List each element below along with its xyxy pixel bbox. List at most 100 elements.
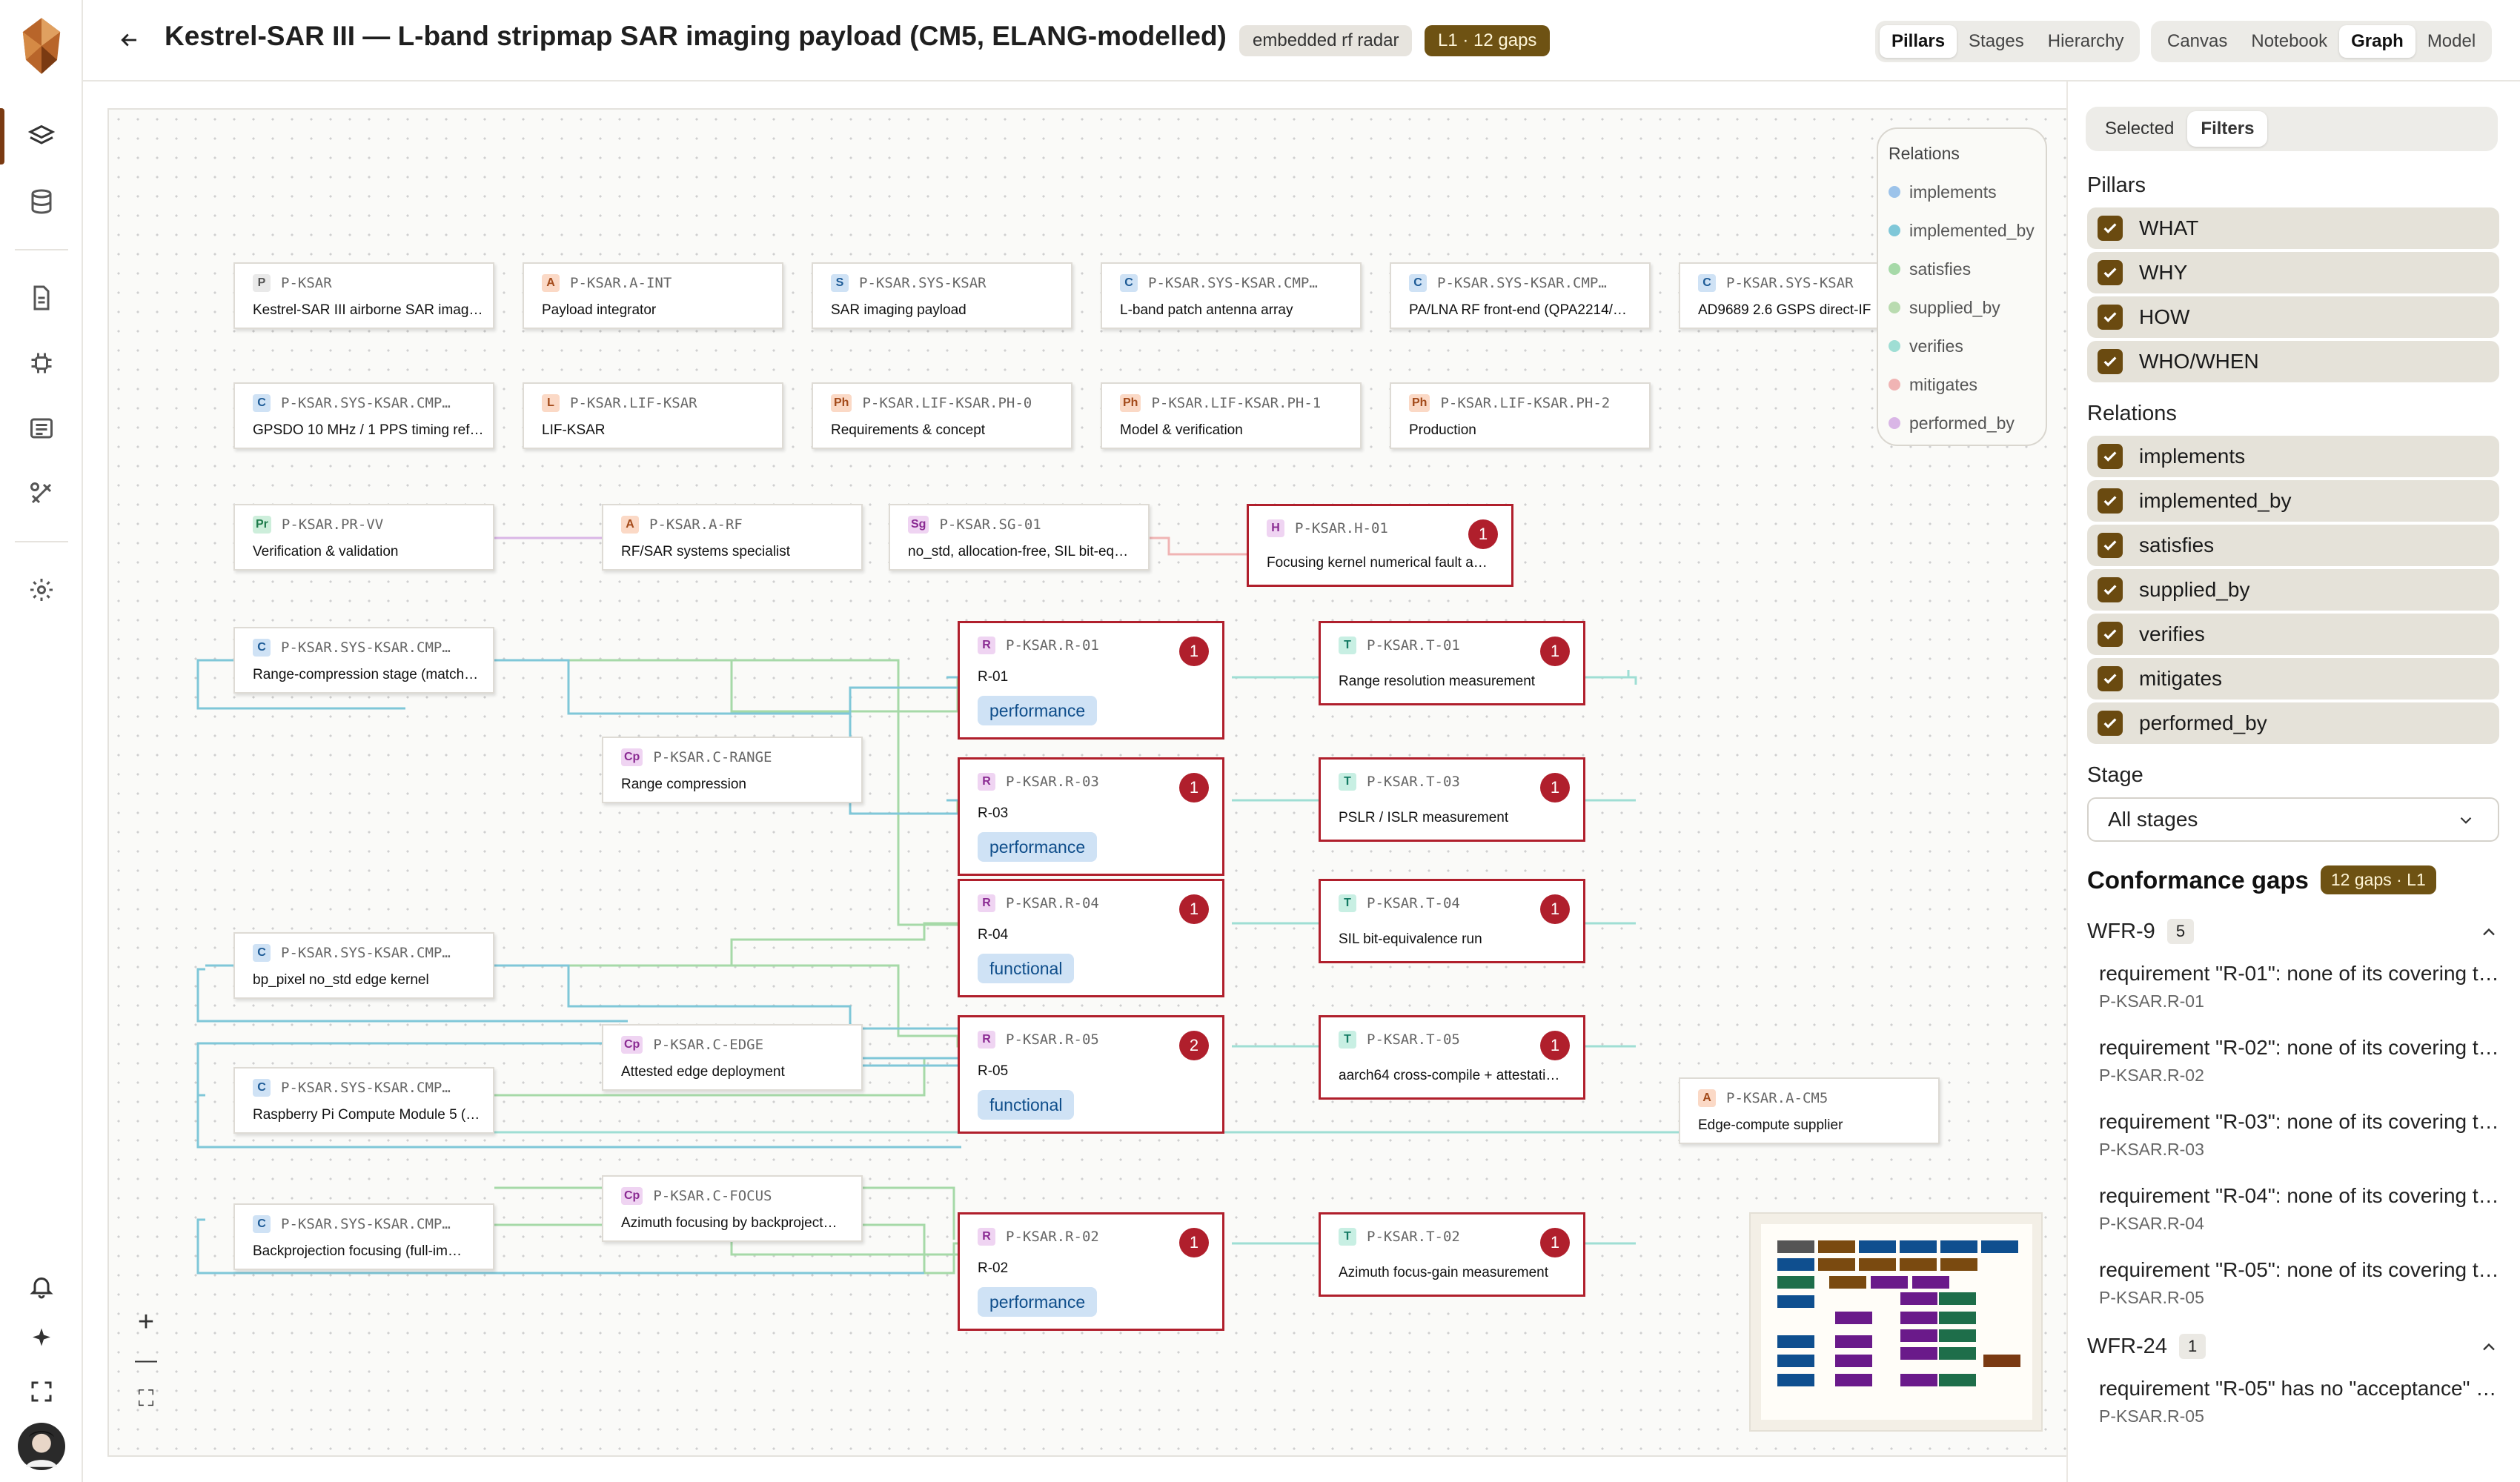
chevron-up-icon[interactable] bbox=[2478, 1337, 2499, 1363]
tab-filters[interactable]: Filters bbox=[2187, 111, 2268, 147]
tools-icon[interactable] bbox=[21, 473, 62, 514]
gap-group-wfr-9[interactable]: WFR-9 5 bbox=[2087, 919, 2499, 944]
relation-filter-verifies[interactable]: verifies bbox=[2087, 614, 2499, 655]
gap-group-wfr-24[interactable]: WFR-24 1 bbox=[2087, 1334, 2499, 1359]
requirement-node[interactable]: R P-KSAR.R-02 1 R-02 performance bbox=[958, 1212, 1224, 1331]
filters-panel: Selected Filters Pillars WHAT WHY HOW WH… bbox=[2068, 82, 2520, 1482]
relation-filter-satisfies[interactable]: satisfies bbox=[2087, 525, 2499, 566]
node-card[interactable]: Sg P-KSAR.SG-01 no_std, allocation-free, … bbox=[889, 504, 1150, 571]
back-arrow-icon[interactable] bbox=[113, 24, 145, 56]
relation-filter-performed-by[interactable]: performed_by bbox=[2087, 702, 2499, 744]
node-card[interactable]: Cp P-KSAR.C-FOCUS Azimuth focusing by bac… bbox=[602, 1175, 863, 1242]
node-type-badge: Ph bbox=[1120, 394, 1141, 412]
relation-filter-implemented-by[interactable]: implemented_by bbox=[2087, 480, 2499, 522]
requirement-node[interactable]: R P-KSAR.R-05 2 R-05 functional bbox=[958, 1015, 1224, 1134]
tab-notebook[interactable]: Notebook bbox=[2239, 25, 2339, 58]
node-card[interactable]: Pr P-KSAR.PR-VV Verification & validation bbox=[233, 504, 494, 571]
graph-canvas[interactable]: P P-KSAR Kestrel-SAR III airborne SAR ima… bbox=[107, 108, 2068, 1457]
gap-item[interactable]: requirement "R-01": none of its covering… bbox=[2099, 962, 2499, 1011]
node-type-badge: C bbox=[253, 394, 271, 412]
test-node[interactable]: T P-KSAR.T-02 1 Azimuth focus-gain measur… bbox=[1319, 1212, 1585, 1297]
test-node[interactable]: T P-KSAR.T-05 1 aarch64 cross-compile + a… bbox=[1319, 1015, 1585, 1100]
node-name: RF/SAR systems specialist bbox=[621, 544, 791, 559]
requirement-node[interactable]: R P-KSAR.R-04 1 R-04 functional bbox=[958, 879, 1224, 997]
node-card[interactable]: A P-KSAR.A-CM5 Edge-compute supplier bbox=[1679, 1077, 1940, 1144]
requirement-node[interactable]: R P-KSAR.R-01 1 R-01 performance bbox=[958, 621, 1224, 740]
document-icon[interactable] bbox=[21, 277, 62, 319]
node-name: PA/LNA RF front-end (QPA2214/… bbox=[1409, 302, 1627, 318]
logo-icon[interactable] bbox=[16, 13, 67, 79]
pillars-heading: Pillars bbox=[2087, 173, 2146, 197]
minimap[interactable] bbox=[1749, 1212, 2043, 1432]
node-card[interactable]: C P-KSAR.SYS-KSAR.CMP… PA/LNA RF front-en… bbox=[1390, 262, 1651, 329]
database-icon[interactable] bbox=[21, 181, 62, 222]
node-name: Edge-compute supplier bbox=[1698, 1117, 1843, 1133]
hazard-node[interactable]: H P-KSAR.H-01 1 Focusing kernel numerical… bbox=[1247, 504, 1513, 587]
node-id: P-KSAR.C-RANGE bbox=[653, 749, 772, 765]
node-card[interactable]: C P-KSAR.SYS-KSAR.CMP… Range-compression … bbox=[233, 627, 494, 694]
relation-filter-supplied-by[interactable]: supplied_by bbox=[2087, 569, 2499, 611]
zoom-out-button[interactable]: — bbox=[124, 1341, 168, 1380]
node-card[interactable]: P P-KSAR Kestrel-SAR III airborne SAR ima… bbox=[233, 262, 494, 329]
requirement-node[interactable]: R P-KSAR.R-03 1 R-03 performance bbox=[958, 757, 1224, 876]
checkbox-label: verifies bbox=[2139, 622, 2205, 645]
gap-item-ref: P-KSAR.R-05 bbox=[2099, 1288, 2204, 1307]
node-card[interactable]: Ph P-KSAR.LIF-KSAR.PH-2 Production bbox=[1390, 382, 1651, 449]
node-card[interactable]: S P-KSAR.SYS-KSAR SAR imaging payload bbox=[812, 262, 1072, 329]
relation-filter-implements[interactable]: implements bbox=[2087, 436, 2499, 477]
edge-mitigates bbox=[1143, 536, 1247, 556]
minimap-node bbox=[1829, 1276, 1866, 1289]
node-card[interactable]: C P-KSAR.SYS-KSAR.CMP… bp_pixel no_std ed… bbox=[233, 932, 494, 999]
tab-hierarchy[interactable]: Hierarchy bbox=[2036, 25, 2136, 58]
node-id: P-KSAR.T-05 bbox=[1367, 1031, 1460, 1048]
gap-item[interactable]: requirement "R-05": none of its covering… bbox=[2099, 1258, 2499, 1308]
chip-icon[interactable] bbox=[21, 342, 62, 384]
tab-stages[interactable]: Stages bbox=[1957, 25, 2036, 58]
test-node[interactable]: T P-KSAR.T-01 1 Range resolution measurem… bbox=[1319, 621, 1585, 705]
tab-canvas[interactable]: Canvas bbox=[2155, 25, 2239, 58]
fit-view-button[interactable]: ⛶ bbox=[124, 1380, 168, 1418]
tab-pillars[interactable]: Pillars bbox=[1880, 25, 1957, 58]
gap-item[interactable]: requirement "R-04": none of its covering… bbox=[2099, 1184, 2499, 1234]
node-card[interactable]: A P-KSAR.A-INT Payload integrator bbox=[523, 262, 783, 329]
node-card[interactable]: Ph P-KSAR.LIF-KSAR.PH-1 Model & verificat… bbox=[1101, 382, 1362, 449]
gap-item[interactable]: requirement "R-02": none of its covering… bbox=[2099, 1036, 2499, 1086]
avatar[interactable] bbox=[16, 1421, 67, 1472]
gap-item-ref: P-KSAR.R-01 bbox=[2099, 991, 2204, 1011]
test-node[interactable]: T P-KSAR.T-03 1 PSLR / ISLR measurement bbox=[1319, 757, 1585, 842]
node-type-badge: A bbox=[621, 516, 639, 534]
list-icon[interactable] bbox=[21, 408, 62, 449]
node-card[interactable]: C P-KSAR.SYS-KSAR.CMP… L-band patch anten… bbox=[1101, 262, 1362, 329]
node-name: Range compression bbox=[621, 777, 746, 792]
bell-icon[interactable] bbox=[21, 1266, 62, 1307]
expand-icon[interactable] bbox=[21, 1371, 62, 1412]
pillar-filter-who-when[interactable]: WHO/WHEN bbox=[2087, 341, 2499, 382]
relation-filter-mitigates[interactable]: mitigates bbox=[2087, 658, 2499, 700]
node-card[interactable]: Cp P-KSAR.C-RANGE Range compression bbox=[602, 737, 863, 803]
stage-select[interactable]: All stages bbox=[2087, 797, 2499, 842]
pillar-filter-how[interactable]: HOW bbox=[2087, 296, 2499, 338]
gaps-badge[interactable]: L1 · 12 gaps bbox=[1425, 25, 1551, 56]
node-card[interactable]: A P-KSAR.A-RF RF/SAR systems specialist bbox=[602, 504, 863, 571]
test-node[interactable]: T P-KSAR.T-04 1 SIL bit-equivalence run bbox=[1319, 879, 1585, 963]
layers-icon[interactable] bbox=[21, 116, 62, 157]
requirement-kind-tag: functional bbox=[978, 1090, 1075, 1120]
settings-icon[interactable] bbox=[21, 569, 62, 611]
node-card[interactable]: C P-KSAR.SYS-KSAR.CMP… Backprojection foc… bbox=[233, 1203, 494, 1270]
chevron-up-icon[interactable] bbox=[2478, 922, 2499, 948]
node-name: R-05 bbox=[978, 1063, 1009, 1079]
node-card[interactable]: Ph P-KSAR.LIF-KSAR.PH-0 Requirements & co… bbox=[812, 382, 1072, 449]
zoom-in-button[interactable]: + bbox=[124, 1303, 168, 1341]
node-card[interactable]: C P-KSAR.SYS-KSAR.CMP… Raspberry Pi Compu… bbox=[233, 1067, 494, 1134]
sparkle-icon[interactable] bbox=[21, 1317, 62, 1359]
gap-item[interactable]: requirement "R-05" has no "acceptance" …… bbox=[2099, 1377, 2499, 1426]
node-card[interactable]: Cp P-KSAR.C-EDGE Attested edge deployment bbox=[602, 1024, 863, 1091]
gap-item[interactable]: requirement "R-03": none of its covering… bbox=[2099, 1110, 2499, 1160]
tab-model[interactable]: Model bbox=[2415, 25, 2487, 58]
node-card[interactable]: C P-KSAR.SYS-KSAR.CMP… GPSDO 10 MHz / 1 P… bbox=[233, 382, 494, 449]
tab-selected[interactable]: Selected bbox=[2092, 111, 2187, 147]
pillar-filter-what[interactable]: WHAT bbox=[2087, 207, 2499, 249]
node-card[interactable]: L P-KSAR.LIF-KSAR LIF-KSAR bbox=[523, 382, 783, 449]
tab-graph[interactable]: Graph bbox=[2339, 25, 2415, 58]
pillar-filter-why[interactable]: WHY bbox=[2087, 252, 2499, 293]
